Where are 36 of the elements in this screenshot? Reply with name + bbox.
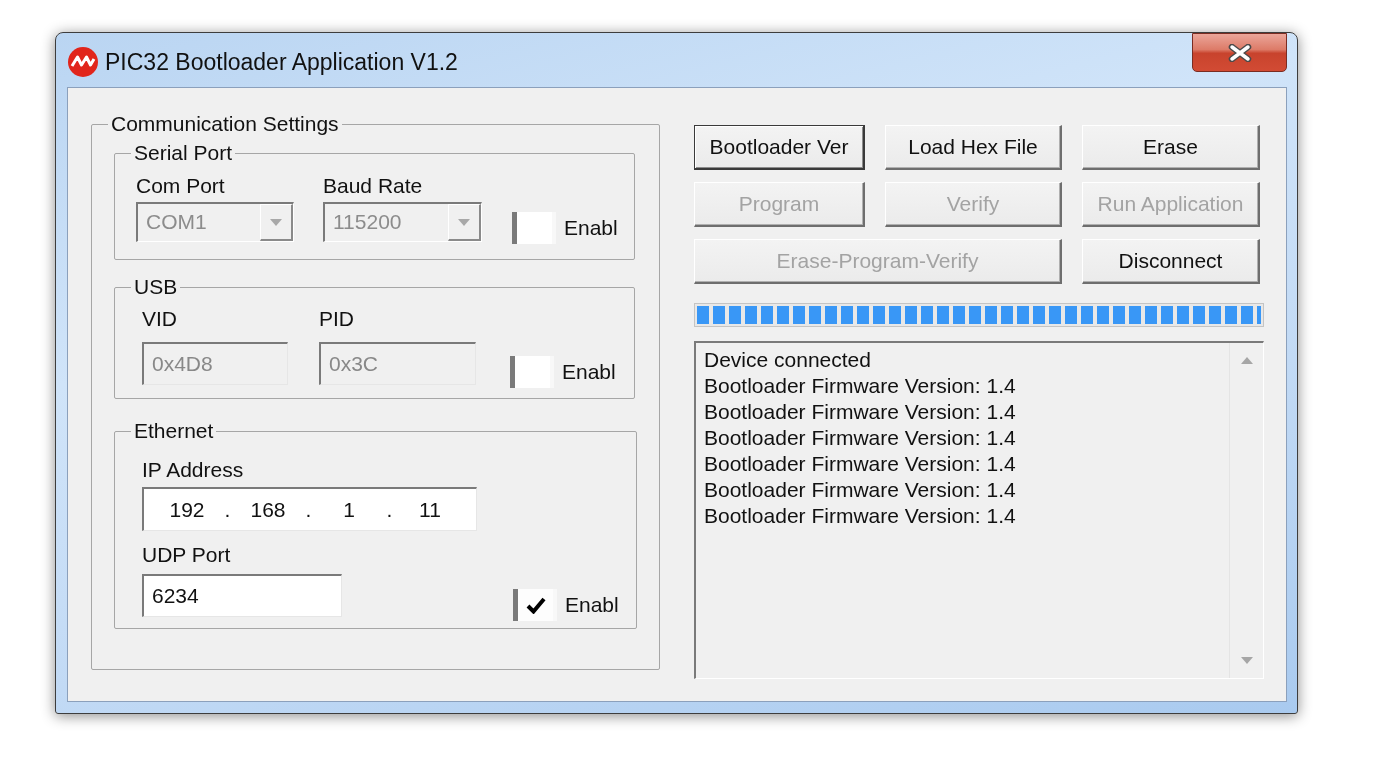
field-label: PID	[319, 307, 354, 331]
ip-address-field[interactable]: 192 . 168 . 1 . 11	[142, 487, 477, 531]
checkmark-icon	[525, 596, 546, 614]
field-label: UDP Port	[142, 543, 231, 567]
log-line: Bootloader Firmware Version: 1.4	[704, 503, 1016, 529]
log-line: Device connected	[704, 347, 871, 373]
field-label: VID	[142, 307, 177, 331]
log-line: Bootloader Firmware Version: 1.4	[704, 425, 1016, 451]
app-logo-icon	[68, 47, 98, 77]
group-title: Ethernet	[133, 419, 215, 443]
log-line: Bootloader Firmware Version: 1.4	[704, 451, 1016, 477]
checkbox-label: Enabl	[564, 216, 618, 240]
group-title: USB	[133, 275, 179, 299]
caret-down-icon	[260, 204, 293, 241]
group-title: Serial Port	[133, 141, 234, 165]
log-line: Bootloader Firmware Version: 1.4	[704, 477, 1016, 503]
caret-down-icon	[448, 204, 481, 241]
group-title: Communication Settings	[110, 112, 340, 136]
checkbox[interactable]	[513, 589, 557, 621]
log-line: Bootloader Firmware Version: 1.4	[704, 373, 1016, 399]
log-line: Bootloader Firmware Version: 1.4	[704, 399, 1016, 425]
action-button[interactable]: Erase	[1082, 125, 1260, 170]
action-button[interactable]: Load Hex File	[885, 125, 1062, 170]
field-label: Com Port	[136, 174, 225, 198]
checkbox-label: Enabl	[562, 360, 616, 384]
window-title: PIC32 Bootloader Application V1.2	[105, 48, 458, 76]
checkbox[interactable]	[510, 356, 554, 388]
field-label: Baud Rate	[323, 174, 423, 198]
close-button[interactable]	[1192, 33, 1287, 72]
close-icon	[1227, 43, 1252, 62]
text-field[interactable]: 6234	[142, 574, 342, 617]
action-button[interactable]: Bootloader Ver	[694, 125, 865, 170]
field-label: IP Address	[142, 458, 244, 482]
checkbox-label: Enabl	[565, 593, 619, 617]
checkbox[interactable]	[512, 212, 556, 244]
action-button[interactable]: Disconnect	[1082, 239, 1260, 284]
